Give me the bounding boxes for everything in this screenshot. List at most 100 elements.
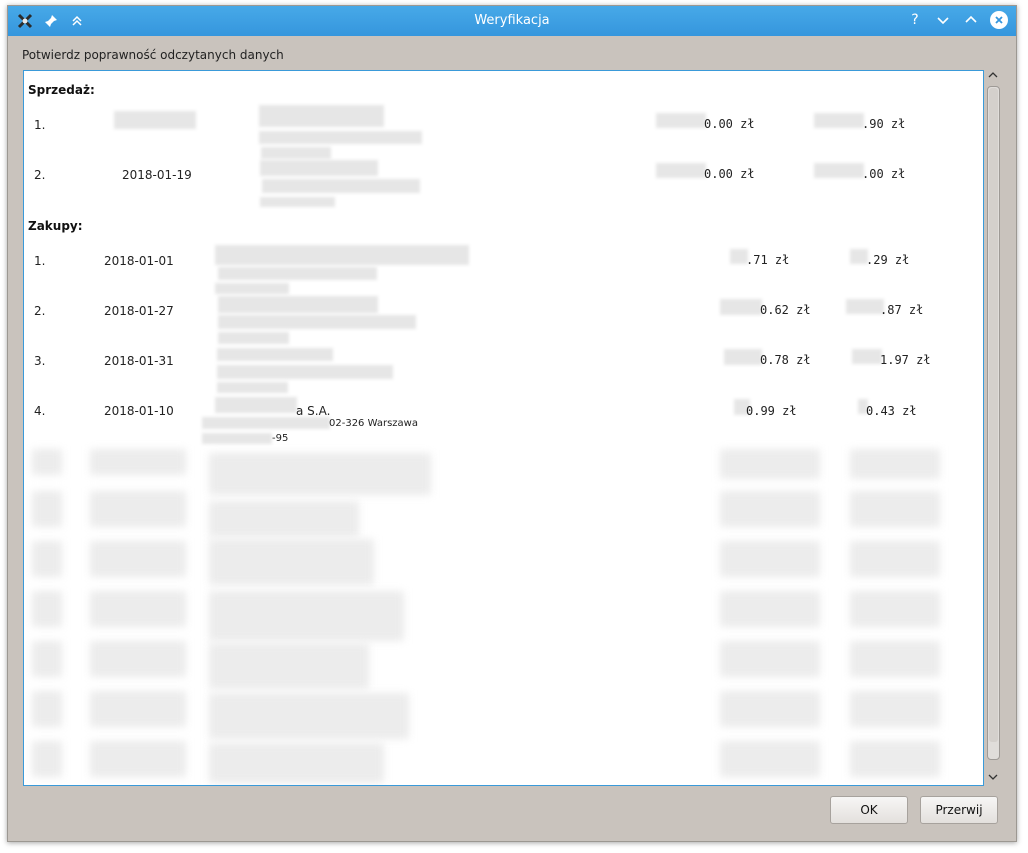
sales-row-2-date: 2018-01-19: [122, 168, 192, 182]
chevron-up-icon: [965, 15, 977, 23]
ok-button[interactable]: OK: [830, 796, 908, 824]
purchases-row-3-num: 3.: [34, 354, 46, 368]
redacted-name: [217, 348, 333, 361]
chevron-down-icon: [937, 17, 949, 25]
purchases-row-3-date: 2018-01-31: [104, 354, 174, 368]
cancel-button[interactable]: Przerwij: [920, 796, 998, 824]
redacted-date: [114, 111, 196, 129]
chevron-up-icon: [988, 72, 998, 78]
redacted-nip: [202, 433, 272, 444]
redacted-name: [259, 105, 384, 127]
verification-list[interactable]: Sprzedaż: 1. 0.00 zł .90 zł 2. 2018-01-1…: [23, 70, 984, 786]
close-icon: [995, 16, 1003, 24]
purchases-row-4-num: 4.: [34, 404, 46, 418]
redacted-nip: [217, 382, 288, 393]
blurred-row: [209, 693, 409, 739]
redacted-nip: [260, 197, 335, 207]
blurred-row: [90, 691, 186, 727]
title-bar[interactable]: Weryfikacja ?: [8, 6, 1016, 36]
blurred-row: [32, 491, 62, 527]
purchases-section-title: Zakupy:: [28, 219, 83, 233]
purchases-row-2-num: 2.: [34, 304, 46, 318]
blurred-row: [90, 591, 186, 627]
purchases-row-3-gross: 1.97 zł: [880, 353, 931, 367]
redacted-amount: [656, 163, 706, 178]
purchases-row-4-address: 02-326 Warszawa: [329, 418, 418, 429]
purchases-row-2-net: 0.62 zł: [760, 303, 811, 317]
blurred-row: [32, 741, 62, 777]
scroll-up-button[interactable]: [986, 70, 1000, 84]
blurred-row: [850, 449, 940, 479]
blurred-row: [209, 539, 374, 585]
redacted-amount: [814, 163, 864, 178]
blurred-row: [90, 491, 186, 527]
sales-row-1-gross: .90 zł: [862, 117, 906, 131]
blurred-row: [32, 691, 62, 727]
purchases-row-4-nip: -95: [272, 433, 289, 444]
sales-row-2-gross: .00 zł: [862, 167, 906, 181]
minimize-button[interactable]: [934, 11, 952, 29]
redacted-address: [262, 179, 420, 193]
redacted-amount: [720, 299, 762, 315]
purchases-row-4-net: 0.99 zł: [746, 404, 797, 418]
scroll-down-button[interactable]: [986, 772, 1000, 786]
blurred-row: [850, 491, 940, 527]
close-button[interactable]: [990, 11, 1008, 29]
redacted-amount: [724, 349, 762, 365]
blurred-row: [32, 641, 62, 677]
maximize-button[interactable]: [962, 11, 980, 29]
blurred-row: [209, 453, 431, 495]
redacted-address: [202, 417, 330, 429]
purchases-row-4-gross: 0.43 zł: [866, 404, 917, 418]
purchases-row-4-company: a S.A.: [296, 404, 331, 418]
purchases-row-1-num: 1.: [34, 254, 46, 268]
blurred-row: [720, 541, 820, 577]
redacted-amount: [814, 113, 864, 128]
blurred-row: [720, 591, 820, 627]
help-button[interactable]: ?: [906, 11, 924, 29]
redacted-name: [260, 160, 378, 176]
vertical-scrollbar[interactable]: [986, 70, 1000, 786]
blurred-row: [850, 591, 940, 627]
blurred-row: [90, 541, 186, 577]
purchases-row-1-net: .71 zł: [746, 253, 790, 267]
blurred-row: [90, 641, 186, 677]
blurred-row: [850, 691, 940, 727]
purchases-row-2-gross: .87 zł: [880, 303, 924, 317]
blurred-row: [850, 641, 940, 677]
blurred-row: [32, 591, 62, 627]
redacted-amount: [656, 113, 706, 128]
blurred-row: [209, 591, 404, 641]
redacted-address: [218, 315, 416, 329]
sales-row-2-num: 2.: [34, 168, 46, 182]
scroll-thumb[interactable]: [989, 88, 998, 742]
redacted-name: [218, 296, 378, 313]
blurred-row: [720, 741, 820, 777]
blurred-row: [720, 691, 820, 727]
redacted-nip: [261, 147, 331, 159]
sales-row-1-num: 1.: [34, 118, 46, 132]
redacted-name: [215, 245, 469, 265]
blurred-row: [32, 541, 62, 577]
purchases-row-1-date: 2018-01-01: [104, 254, 174, 268]
blurred-row: [90, 741, 186, 777]
purchases-row-2-date: 2018-01-27: [104, 304, 174, 318]
redacted-amount: [846, 299, 884, 314]
blurred-row: [209, 643, 369, 689]
sales-section-title: Sprzedaż:: [28, 83, 95, 97]
sales-row-1-net: 0.00 zł: [704, 117, 755, 131]
redacted-nip: [215, 283, 289, 294]
redacted-amount: [852, 349, 882, 364]
scroll-track[interactable]: [987, 86, 1000, 760]
blurred-row: [90, 449, 186, 475]
sales-row-2-net: 0.00 zł: [704, 167, 755, 181]
redacted-address: [218, 267, 377, 280]
blurred-row: [209, 743, 384, 783]
blurred-row: [209, 501, 359, 537]
purchases-row-4-date: 2018-01-10: [104, 404, 174, 418]
window-title: Weryfikacja: [474, 13, 550, 28]
blurred-row: [720, 641, 820, 677]
dialog-subtitle: Potwierdz poprawność odczytanych danych: [22, 48, 284, 62]
redacted-address: [259, 131, 422, 144]
blurred-row: [850, 541, 940, 577]
